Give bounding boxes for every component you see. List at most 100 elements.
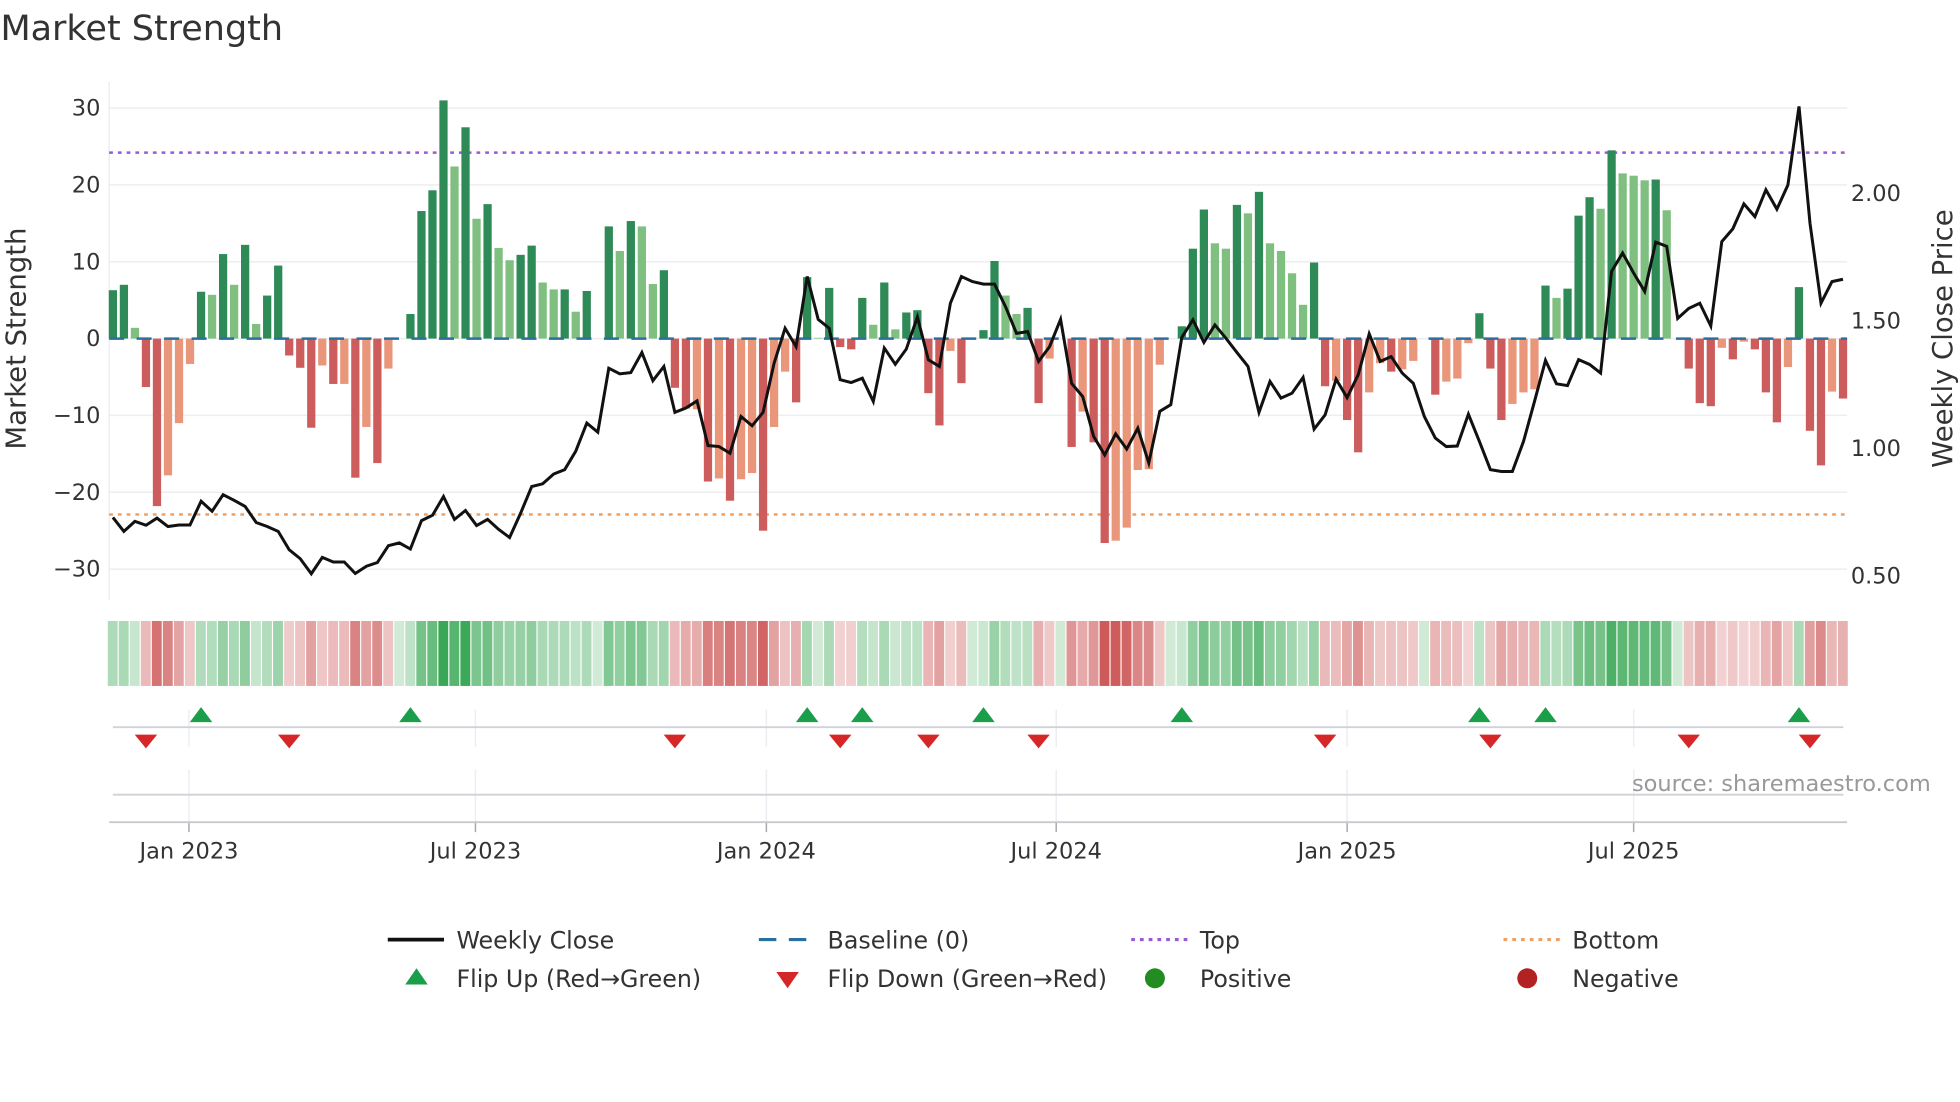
- bar-positive: [1552, 297, 1561, 339]
- bar-negative: [1100, 338, 1109, 543]
- strip-cell: [1650, 620, 1661, 686]
- legend-label: Flip Up (Red→Green): [456, 965, 701, 993]
- strip-cell: [559, 620, 570, 686]
- strip-cell: [1353, 620, 1363, 686]
- strip-cell: [835, 620, 845, 686]
- strip-cell: [1231, 620, 1242, 686]
- strip-cell: [1639, 620, 1650, 686]
- bar-positive: [615, 250, 624, 339]
- strip-cell: [449, 620, 460, 686]
- strip-cell: [757, 620, 768, 686]
- bar-positive: [979, 330, 988, 339]
- strip-cell: [228, 620, 239, 686]
- strip-cell: [1033, 620, 1044, 686]
- flip-markers-panel: [112, 707, 1844, 823]
- strip-cell: [724, 620, 735, 686]
- bar-positive: [549, 289, 558, 339]
- strip-cell: [328, 620, 339, 686]
- strip-cell: [1077, 620, 1088, 686]
- strip-cell: [1364, 620, 1374, 686]
- strip-cell: [1187, 620, 1198, 686]
- strip-cell: [493, 620, 504, 686]
- bar-negative: [1816, 338, 1826, 466]
- weekly-close-line: [111, 106, 1844, 577]
- strip-cell: [680, 620, 691, 686]
- flip-up-marker: [1170, 707, 1194, 723]
- flip-down-marker: [277, 734, 301, 749]
- bar-positive: [450, 166, 459, 339]
- market-strength-chart: Market Strength −30 −20 −10 0 10 20 30 0.50 1.0…: [0, 9, 1959, 993]
- bar-negative: [692, 338, 702, 410]
- strip-cell: [1386, 620, 1396, 686]
- strip-cell: [251, 620, 261, 686]
- bar-negative: [1728, 338, 1737, 360]
- bar-positive: [858, 297, 867, 339]
- bar-positive: [472, 218, 481, 339]
- strip-cell: [956, 620, 967, 686]
- bar-positive: [119, 284, 129, 339]
- y2-tick-label: 0.50: [1851, 563, 1901, 589]
- y2-tick-label: 1.00: [1851, 436, 1901, 462]
- bar-positive: [604, 226, 613, 339]
- bar-positive: [1794, 287, 1804, 339]
- bar-positive: [1541, 285, 1550, 339]
- bar-negative: [1331, 338, 1341, 381]
- strip-cell: [537, 620, 548, 686]
- bar-negative: [1343, 338, 1352, 421]
- legend-flip-down-icon: [776, 972, 799, 989]
- bar-negative: [1133, 338, 1142, 470]
- bar-negative: [1431, 338, 1440, 395]
- strip-cell: [1595, 620, 1606, 686]
- bar-positive: [637, 226, 646, 339]
- bar-negative: [1486, 338, 1495, 369]
- strip-cell: [1727, 620, 1738, 686]
- bar-positive: [538, 282, 547, 339]
- strip-cell: [614, 620, 625, 686]
- strip-cell: [912, 620, 923, 686]
- bar-negative: [1354, 338, 1363, 453]
- strip-cell: [1264, 620, 1275, 686]
- bar-negative: [1750, 338, 1759, 350]
- bar-negative: [1519, 338, 1528, 393]
- bar-positive: [406, 314, 415, 339]
- strip-cell: [1694, 620, 1705, 686]
- strip-cell: [427, 620, 438, 686]
- bar-negative: [736, 338, 746, 480]
- strip-cell: [548, 620, 559, 686]
- flip-up-marker: [1787, 707, 1811, 723]
- legend-positive-icon: [1144, 968, 1165, 989]
- strip-cell: [1804, 620, 1815, 686]
- bar-positive: [527, 245, 536, 339]
- flip-up-marker: [1534, 707, 1557, 723]
- bar-positive: [241, 244, 250, 339]
- y-tick-label: −30: [53, 557, 100, 583]
- x-axis: Jan 2023 Jul 2023 Jan 2024 Jul 2024 Jan 2025…: [109, 821, 1848, 864]
- strip-cell: [504, 620, 515, 686]
- strip-cell: [1330, 620, 1341, 686]
- bar-positive: [252, 323, 261, 339]
- bar-positive: [582, 290, 591, 339]
- strip-cell: [1275, 620, 1286, 686]
- strip-cell: [1826, 620, 1837, 686]
- strip-cell: [460, 620, 471, 686]
- strip-cell: [372, 620, 383, 686]
- bar-negative: [758, 338, 768, 531]
- strip-cell: [1837, 620, 1848, 686]
- strip-cell: [636, 620, 647, 686]
- strip-cell: [1011, 620, 1022, 686]
- strip-cell: [217, 620, 228, 686]
- strip-cell: [317, 620, 328, 686]
- strip-cell: [173, 620, 184, 686]
- strip-cell: [129, 620, 140, 686]
- bar-negative: [1838, 338, 1848, 399]
- bar-positive: [1298, 304, 1308, 339]
- y-tick-label: 10: [72, 249, 101, 275]
- strip-cell: [206, 620, 217, 686]
- strip-cell: [394, 620, 405, 686]
- strength-heat-strip: [107, 620, 1848, 686]
- legend-flip-up-icon: [405, 968, 428, 985]
- strip-cell: [625, 620, 636, 686]
- bar-positive: [1640, 180, 1649, 339]
- strip-cell: [1176, 620, 1187, 686]
- bar-positive: [274, 265, 283, 339]
